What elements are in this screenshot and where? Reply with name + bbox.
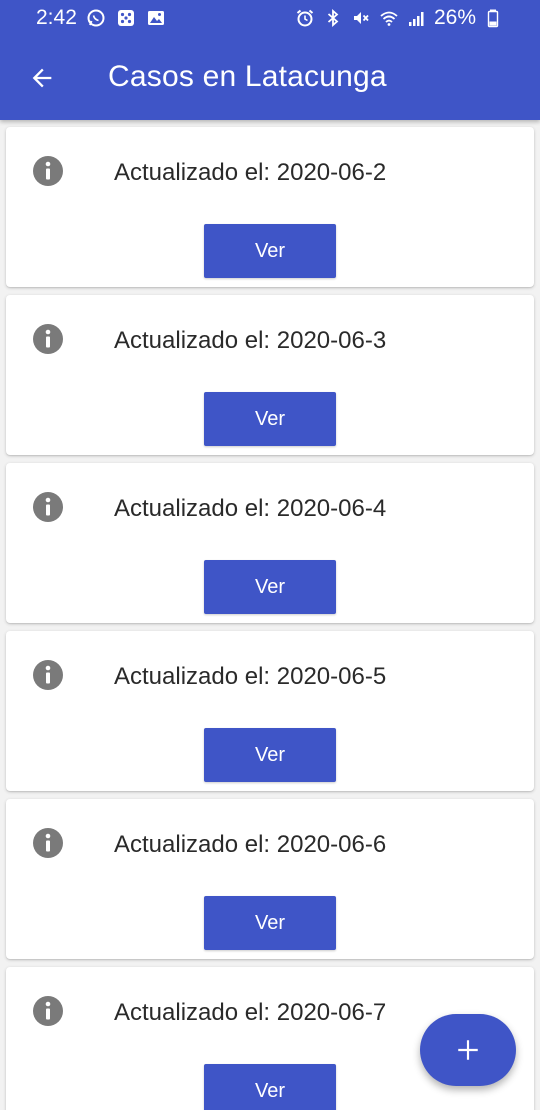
list-item: Actualizado el: 2020-06-3 Ver xyxy=(6,295,534,455)
add-button[interactable] xyxy=(420,1014,516,1086)
update-date-label: Actualizado el: 2020-06-5 xyxy=(114,663,387,690)
info-icon xyxy=(33,828,63,858)
app-screen: 2:42 26% Casos en Latacunga Actualizado … xyxy=(0,0,540,1110)
arrow-back-icon xyxy=(32,68,52,88)
ver-button[interactable]: Ver xyxy=(204,896,336,950)
info-icon xyxy=(33,324,63,354)
info-icon xyxy=(33,660,63,690)
app-bar: 2:42 26% Casos en Latacunga xyxy=(0,0,540,120)
battery-percent: 26% xyxy=(433,6,476,29)
alarm-icon xyxy=(294,7,316,29)
signal-icon xyxy=(406,7,428,29)
mute-icon xyxy=(350,7,372,29)
image-icon xyxy=(145,7,167,29)
list-item: Actualizado el: 2020-06-2 Ver xyxy=(6,127,534,287)
ver-button[interactable]: Ver xyxy=(204,1064,336,1110)
wifi-icon xyxy=(378,7,400,29)
list-item: Actualizado el: 2020-06-6 Ver xyxy=(6,799,534,959)
status-time: 2:42 xyxy=(36,6,77,29)
list-item: Actualizado el: 2020-06-4 Ver xyxy=(6,463,534,623)
list-item: Actualizado el: 2020-06-5 Ver xyxy=(6,631,534,791)
back-button[interactable] xyxy=(18,54,66,102)
ver-button[interactable]: Ver xyxy=(204,560,336,614)
update-date-label: Actualizado el: 2020-06-6 xyxy=(114,831,387,858)
page-title: Casos en Latacunga xyxy=(108,60,387,93)
update-date-label: Actualizado el: 2020-06-4 xyxy=(114,495,387,522)
status-bar: 2:42 26% xyxy=(0,0,540,38)
info-icon xyxy=(33,492,63,522)
ver-button[interactable]: Ver xyxy=(204,392,336,446)
update-date-label: Actualizado el: 2020-06-2 xyxy=(114,159,387,186)
ver-button[interactable]: Ver xyxy=(204,728,336,782)
plus-icon xyxy=(458,1040,478,1060)
update-date-label: Actualizado el: 2020-06-3 xyxy=(114,327,387,354)
battery-icon xyxy=(482,7,504,29)
ver-button[interactable]: Ver xyxy=(204,224,336,278)
dice-icon xyxy=(115,7,137,29)
update-date-label: Actualizado el: 2020-06-7 xyxy=(114,999,387,1026)
bluetooth-icon xyxy=(322,7,344,29)
whatsapp-icon xyxy=(85,7,107,29)
info-icon xyxy=(33,156,63,186)
toolbar: Casos en Latacunga xyxy=(0,38,540,120)
info-icon xyxy=(33,996,63,1026)
